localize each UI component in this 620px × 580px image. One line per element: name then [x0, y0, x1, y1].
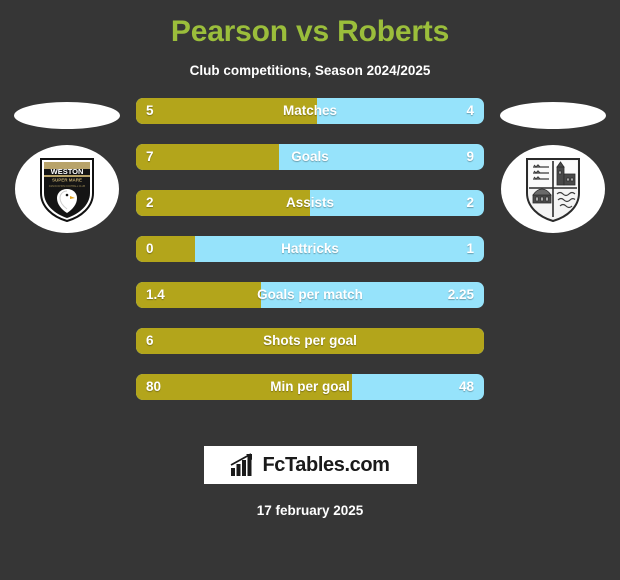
- stat-label: Goals: [291, 149, 329, 164]
- away-stat-value: 1: [466, 241, 474, 256]
- date-label: 17 february 2025: [256, 503, 364, 518]
- stat-row: 7 Goals 9: [136, 144, 484, 170]
- stat-label: Hattricks: [281, 241, 339, 256]
- home-flag-placeholder: [14, 102, 120, 129]
- bar-chart-icon: [231, 453, 253, 476]
- stat-row: 2 Assists 2: [136, 190, 484, 216]
- away-stat-value: 2: [466, 195, 474, 210]
- stat-label: Assists: [285, 195, 335, 210]
- stat-row: 0 Hattricks 1: [136, 236, 484, 262]
- home-team-column: WESTON SUPER MARE ASSOCIATION FOOTBALL C…: [2, 98, 132, 398]
- stat-row: 1.4 Goals per match 2.25: [136, 282, 484, 308]
- away-stat-value: 4: [466, 103, 474, 118]
- away-team-crest: [501, 145, 605, 233]
- weston-super-mare-afc-crest-icon: WESTON SUPER MARE ASSOCIATION FOOTBALL C…: [40, 158, 94, 223]
- svg-text:ASSOCIATION FOOTBALL CLUB: ASSOCIATION FOOTBALL CLUB: [49, 185, 86, 188]
- home-team-crest: WESTON SUPER MARE ASSOCIATION FOOTBALL C…: [15, 145, 119, 233]
- footer: FcTables.com 17 february 2025: [0, 446, 620, 519]
- page-subtitle: Club competitions, Season 2024/2025: [189, 63, 431, 78]
- quartered-shield-crest-icon: [526, 158, 580, 223]
- stat-row: 5 Matches 4: [136, 98, 484, 124]
- stat-row: 80 Min per goal 48: [136, 374, 484, 400]
- comparison-area: WESTON SUPER MARE ASSOCIATION FOOTBALL C…: [0, 98, 620, 403]
- svg-text:SUPER MARE: SUPER MARE: [52, 178, 82, 183]
- stats-bars: 5 Matches 4 7 Goals 9 2 Assists 2 0 Hatt…: [136, 98, 484, 400]
- svg-text:WESTON: WESTON: [51, 167, 84, 176]
- fctables-logo[interactable]: FcTables.com: [203, 446, 417, 484]
- away-team-column: [488, 98, 618, 398]
- away-stat-value: 9: [466, 149, 474, 164]
- stat-label: Min per goal: [270, 379, 350, 394]
- page-title: Pearson vs Roberts: [170, 15, 450, 48]
- brand-name: FcTables.com: [262, 454, 390, 476]
- stat-row: 6 Shots per goal: [136, 328, 484, 354]
- stat-label: Goals per match: [257, 287, 363, 302]
- away-flag-placeholder: [500, 102, 606, 129]
- away-stat-value: 2.25: [447, 287, 474, 302]
- away-stat-value: 48: [458, 379, 474, 394]
- stat-label: Matches: [282, 103, 338, 118]
- stat-label: Shots per goal: [263, 333, 357, 348]
